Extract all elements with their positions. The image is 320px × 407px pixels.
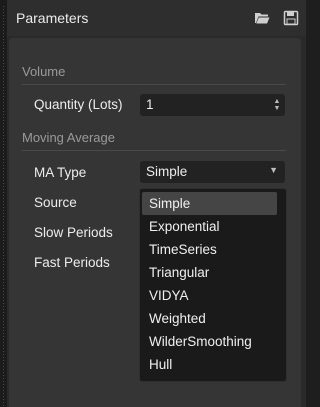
section-divider [22,84,286,85]
dropdown-option-simple[interactable]: Simple [142,192,277,215]
save-icon[interactable] [283,10,299,26]
dropdown-option-wildersmoothing[interactable]: WilderSmoothing [142,330,277,353]
dropdown-option-triangular[interactable]: Triangular [142,261,277,284]
dropdown-option-exponential[interactable]: Exponential [142,215,277,238]
ma-type-select[interactable]: Simple ▼ [140,161,285,183]
parameters-form: Volume Quantity (Lots) 1 ▲ ▼ Moving Avera… [9,38,301,407]
quantity-value: 1 [146,97,154,112]
dropdown-option-hull[interactable]: Hull [142,353,277,376]
panel-body: Volume Quantity (Lots) 1 ▲ ▼ Moving Avera… [7,36,306,407]
moving-average-section-title: Moving Average [22,130,115,145]
ma-type-dropdown: Simple Exponential TimeSeries Triangular… [139,188,287,382]
chevron-down-icon: ▼ [269,165,278,175]
spinner-arrows-icon[interactable]: ▲ ▼ [273,98,281,112]
ma-type-label: MA Type [34,165,87,180]
parameters-panel: Parameters Volume Quantity (Lots) 1 ▲▼ [7,0,306,407]
dropdown-option-timeseries[interactable]: TimeSeries [142,238,277,261]
quantity-label: Quantity (Lots) [34,97,123,112]
slow-periods-label: Slow Periods [34,225,113,240]
fast-periods-label: Fast Periods [34,255,110,270]
section-divider [22,150,286,151]
source-label: Source [34,195,77,210]
folder-open-icon[interactable] [254,10,270,26]
quantity-stepper[interactable]: 1 ▲ ▼ [140,94,285,116]
panel-drag-handle[interactable] [0,0,7,407]
dropdown-option-weighted[interactable]: Weighted [142,307,277,330]
panel-title: Parameters [16,10,89,26]
panel-header: Parameters [7,0,306,37]
dropdown-option-vidya[interactable]: VIDYA [142,284,277,307]
volume-section-title: Volume [22,64,66,79]
ma-type-value: Simple [146,164,188,179]
